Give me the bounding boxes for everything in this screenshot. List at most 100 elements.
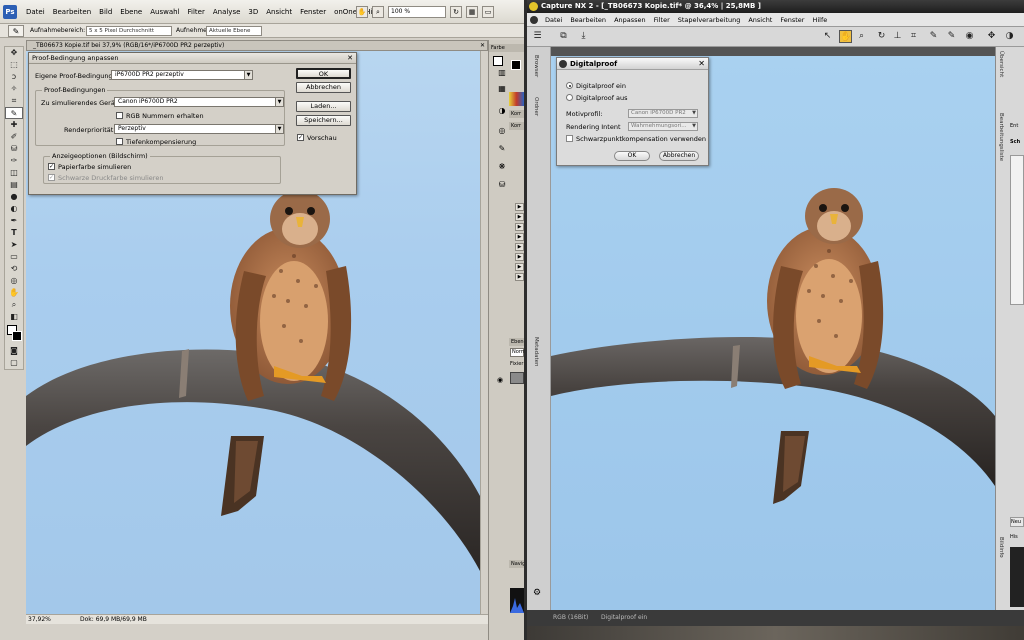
rgb-preserve-checkbox[interactable] xyxy=(116,112,123,119)
shape-tool-icon[interactable]: ▭ xyxy=(5,251,23,263)
path-select-icon[interactable]: ➤ xyxy=(5,239,23,251)
blackpoint-checkbox[interactable] xyxy=(116,138,123,145)
swatches-icon[interactable]: ▥ xyxy=(495,68,509,80)
dodge-tool-icon[interactable]: ◐ xyxy=(5,203,23,215)
quick-select-tool-icon[interactable]: ✧ xyxy=(5,83,23,95)
ps-vertical-scrollbar[interactable] xyxy=(480,51,488,614)
action-button-6[interactable]: ▶ xyxy=(515,253,524,261)
brush-tool-icon[interactable]: ✐ xyxy=(5,131,23,143)
direct-select-icon[interactable]: ↖ xyxy=(821,30,834,43)
gradient-tool-icon[interactable]: ▤ xyxy=(5,179,23,191)
panel-navigator-tab[interactable]: Navig xyxy=(509,560,524,568)
ps-menu-filter[interactable]: Filter xyxy=(184,0,209,24)
blur-tool-icon[interactable]: ● xyxy=(5,191,23,203)
ps-menu-bild[interactable]: Bild xyxy=(95,0,116,24)
paper-sim-checkbox[interactable]: ✓ xyxy=(48,163,55,170)
hand-icon[interactable]: ✋ xyxy=(356,6,368,18)
bg-color-swatch[interactable] xyxy=(493,56,503,66)
action-button-2[interactable]: ▶ xyxy=(515,213,524,221)
ok-button[interactable]: OK xyxy=(296,68,351,79)
mask-icon[interactable]: ◎ xyxy=(495,126,509,138)
hand-tool-icon[interactable]: ✋ xyxy=(839,30,852,43)
straighten-icon[interactable]: ⊥ xyxy=(891,30,904,43)
color-ramp[interactable] xyxy=(509,92,524,106)
nx-menu-stapel[interactable]: Stapelverarbeitung xyxy=(674,13,745,27)
tool-presets-icon[interactable]: ✎ xyxy=(495,144,509,156)
panel-korrekturen-tab[interactable]: Korr xyxy=(509,110,524,118)
clone-source-icon[interactable]: ⛁ xyxy=(495,180,509,192)
rotate-icon[interactable]: ↻ xyxy=(875,30,888,43)
save-icon[interactable]: ⤓ xyxy=(577,30,590,43)
fg-color-swatch[interactable] xyxy=(511,60,521,70)
action-button-5[interactable]: ▶ xyxy=(515,243,524,251)
nx-titlebar[interactable]: Capture NX 2 - [_TB06673 Kopie.tif* @ 36… xyxy=(527,0,1024,13)
lasso-tool-icon[interactable]: ↄ xyxy=(5,71,23,83)
screen-mode-tool-icon[interactable]: ▢ xyxy=(5,357,23,369)
blend-mode-select[interactable]: Norm xyxy=(510,348,524,357)
ps-menu-3d[interactable]: 3D xyxy=(244,0,262,24)
ps-menu-fenster[interactable]: Fenster xyxy=(296,0,330,24)
quick-mask-icon[interactable]: ◙ xyxy=(5,345,23,357)
nx-menu-datei[interactable]: Datei xyxy=(541,13,566,27)
rotate-view-icon[interactable]: ↻ xyxy=(450,6,462,18)
eye-icon[interactable]: ◉ xyxy=(497,376,503,384)
hand-tool-icon[interactable]: ✋ xyxy=(5,287,23,299)
ps-menu-bearbeiten[interactable]: Bearbeiten xyxy=(49,0,95,24)
panel-layers-tab[interactable]: Ebene xyxy=(509,338,524,346)
ps-menu-analyse[interactable]: Analyse xyxy=(209,0,245,24)
new-step-button[interactable]: Neu xyxy=(1010,517,1024,527)
proof-dialog-titlebar[interactable]: Proof-Bedingung anpassen ✕ xyxy=(29,53,356,64)
edit-list-tab[interactable]: Bearbeitungsliste xyxy=(998,113,1004,161)
sch-label[interactable]: Sch xyxy=(1010,139,1020,145)
nx-menu-hilfe[interactable]: Hilfe xyxy=(808,13,831,27)
save-button[interactable]: Speichern... xyxy=(296,115,351,126)
default-colors-icon[interactable]: ◧ xyxy=(5,311,23,323)
panel-color-tab[interactable]: Farbe xyxy=(489,44,524,52)
text-tool-icon[interactable]: T xyxy=(5,227,23,239)
ps-menu-datei[interactable]: Datei xyxy=(22,0,49,24)
blackpoint-comp-checkbox[interactable] xyxy=(566,135,573,142)
profile-select[interactable]: Canon iP6700D PR2 ▼ xyxy=(628,109,698,118)
ps-document-tab[interactable]: _TB06673 Kopie.tif bei 37,9% (RGB/16*/iP… xyxy=(26,40,488,51)
rendering-intent-select[interactable]: Wahrnehmungsori... ▼ xyxy=(628,122,698,131)
nx-menu-anpassen[interactable]: Anpassen xyxy=(610,13,650,27)
browser-icon[interactable]: ⧉ xyxy=(557,30,570,43)
close-icon[interactable]: ✕ xyxy=(474,41,485,50)
proof-on-radio[interactable] xyxy=(566,82,573,89)
cancel-button[interactable]: Abbrechen xyxy=(296,82,351,93)
stamp-tool-icon[interactable]: ⛁ xyxy=(5,143,23,155)
marquee-tool-icon[interactable]: ⬚ xyxy=(5,59,23,71)
layer-thumbnail[interactable] xyxy=(510,372,524,384)
preview-checkbox[interactable]: ✓ xyxy=(297,134,304,141)
folder-tab[interactable]: Ordner xyxy=(533,97,539,116)
gear-icon[interactable]: ⚙ xyxy=(533,588,541,598)
styles-icon[interactable]: ▦ xyxy=(495,84,509,96)
red-eye-icon[interactable]: ◉ xyxy=(963,30,976,43)
move-tool-icon[interactable]: ✥ xyxy=(5,47,23,59)
image-info-tab[interactable]: Bildinfo xyxy=(998,537,1004,558)
device-select[interactable]: Canon iP6700D PR2 ▼ xyxy=(114,97,284,107)
browser-tab[interactable]: Browser xyxy=(533,55,539,77)
edit-list-area[interactable] xyxy=(1010,155,1024,305)
proof-off-radio[interactable] xyxy=(566,94,573,101)
nx-menu-filter[interactable]: Filter xyxy=(650,13,674,27)
arrange-icon[interactable]: ▦ xyxy=(466,6,478,18)
ps-menu-ansicht[interactable]: Ansicht xyxy=(262,0,296,24)
dp-cancel-button[interactable]: Abbrechen xyxy=(659,151,699,161)
ps-menu-auswahl[interactable]: Auswahl xyxy=(146,0,183,24)
settings-icon[interactable]: ✥ xyxy=(985,30,998,43)
black-point-icon[interactable]: ✎ xyxy=(927,30,940,43)
3d-rotate-icon[interactable]: ⟲ xyxy=(5,263,23,275)
action-play-button[interactable]: ▶ xyxy=(515,203,524,211)
load-button[interactable]: Laden... xyxy=(296,101,351,112)
action-button-7[interactable]: ▶ xyxy=(515,263,524,271)
close-icon[interactable]: ✕ xyxy=(698,58,705,70)
close-icon[interactable]: ✕ xyxy=(347,53,353,64)
ps-zoom-readout[interactable]: 37,92% xyxy=(28,615,51,624)
overview-tab[interactable]: Übersicht xyxy=(998,51,1004,77)
workspace-icon[interactable]: ☰ xyxy=(531,30,544,43)
sample-select[interactable]: Aktuelle Ebene xyxy=(206,26,262,36)
ink-sim-checkbox[interactable]: ✓ xyxy=(48,174,55,181)
his-label[interactable]: His xyxy=(1010,534,1018,540)
ps-menu-ebene[interactable]: Ebene xyxy=(116,0,146,24)
